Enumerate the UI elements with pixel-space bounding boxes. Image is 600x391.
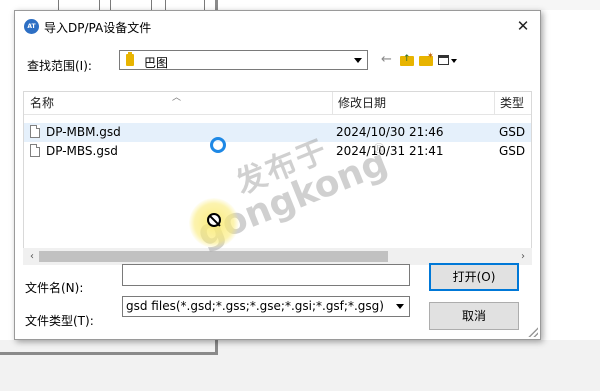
file-type-select[interactable]: gsd files(*.gsd;*.gss;*.gse;*.gsi;*.gsf;…: [122, 296, 410, 317]
app-icon: AT: [24, 19, 39, 34]
navigation-toolbar: ←: [381, 51, 458, 69]
file-type-value: gsd files(*.gsd;*.gss;*.gse;*.gsi;*.gsf;…: [126, 299, 384, 313]
view-menu-icon[interactable]: [438, 53, 458, 67]
new-folder-icon[interactable]: [419, 51, 434, 66]
file-name: DP-MBS.gsd: [46, 144, 118, 158]
resize-grip-icon[interactable]: [528, 327, 538, 337]
file-date: 2024/10/30 21:46: [336, 125, 444, 139]
column-header-type[interactable]: 类型: [496, 92, 531, 114]
folder-icon: [126, 52, 134, 66]
cancel-button[interactable]: 取消: [429, 302, 519, 330]
background-strip-top: [440, 0, 600, 10]
file-row[interactable]: DP-MBM.gsd 2024/10/30 21:46 GSD: [24, 123, 531, 142]
chevron-down-icon[interactable]: [351, 53, 365, 67]
column-header-name[interactable]: 名称: [26, 92, 326, 114]
file-type-label: 文件类型(T):: [25, 314, 94, 328]
file-icon: [30, 144, 40, 157]
look-in-label: 查找范围(I):: [27, 59, 92, 73]
close-icon[interactable]: ✕: [514, 17, 532, 35]
chevron-down-icon[interactable]: [393, 299, 407, 313]
column-header-row: ︿ 名称 修改日期 类型: [24, 92, 531, 115]
scroll-left-icon[interactable]: ‹: [25, 248, 39, 265]
watermark-registered-mark: ®: [372, 141, 386, 157]
up-folder-icon[interactable]: [400, 54, 414, 66]
look-in-value: 巴图: [144, 56, 169, 70]
open-button[interactable]: 打开(O): [429, 263, 519, 291]
column-header-date[interactable]: 修改日期: [334, 92, 494, 114]
look-in-combobox[interactable]: 巴图: [119, 50, 368, 70]
file-name-label: 文件名(N):: [25, 281, 84, 295]
file-icon: [30, 125, 40, 138]
dialog-title: 导入DP/PA设备文件: [44, 21, 152, 35]
not-allowed-cursor-icon: [207, 213, 221, 227]
column-divider[interactable]: [494, 92, 495, 114]
back-icon[interactable]: ←: [381, 53, 395, 67]
file-name-input[interactable]: [122, 264, 410, 286]
column-divider[interactable]: [332, 92, 333, 114]
file-type: GSD: [499, 144, 526, 158]
scrollbar-thumb[interactable]: [39, 251, 388, 262]
file-type: GSD: [499, 125, 526, 139]
file-name: DP-MBM.gsd: [46, 125, 121, 139]
title-bar: AT 导入DP/PA设备文件 ✕: [15, 11, 540, 43]
busy-cursor-icon: [210, 137, 226, 153]
